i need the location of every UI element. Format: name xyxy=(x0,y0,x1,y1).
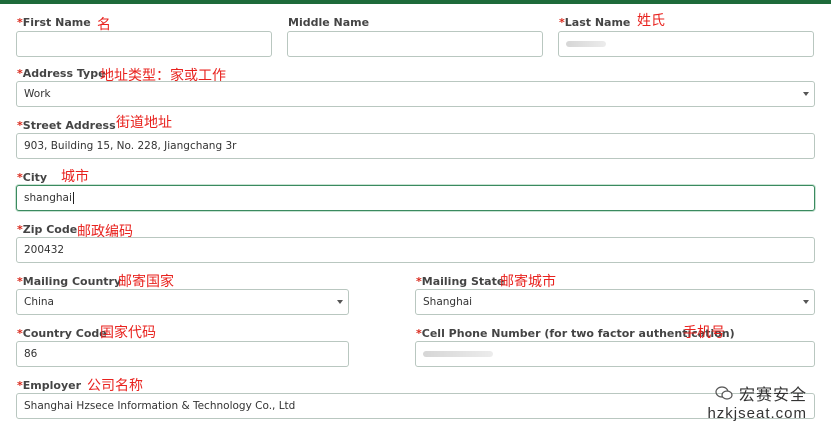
street-address-label: *Street Address xyxy=(17,119,116,132)
last-name-input[interactable] xyxy=(558,31,814,57)
wechat-icon xyxy=(715,386,733,400)
chevron-down-icon xyxy=(803,92,809,96)
city-label: *City xyxy=(17,171,48,184)
employer-annotation: 公司名称 xyxy=(87,378,143,394)
redacted-value xyxy=(566,41,606,47)
middle-name-input[interactable] xyxy=(287,31,543,57)
employer-label: *Employer xyxy=(17,379,81,392)
cell-phone-annotation: 手机号 xyxy=(683,325,725,341)
chevron-down-icon xyxy=(337,300,343,304)
mailing-country-label: *Mailing Country xyxy=(17,275,122,288)
address-type-label: *Address Type xyxy=(17,67,106,80)
mailing-state-annotation: 邮寄城市 xyxy=(500,274,556,290)
watermark-brand: 宏赛安全 xyxy=(738,387,807,404)
watermark-site: hzkjseat.com xyxy=(707,405,807,422)
employer-input[interactable]: Shanghai Hzsece Information & Technology… xyxy=(16,393,815,419)
mailing-state-select[interactable]: Shanghai xyxy=(415,289,815,315)
city-annotation: 城市 xyxy=(61,169,89,185)
watermark: 宏赛安全 hzkjseat.com xyxy=(707,381,807,422)
street-address-input[interactable]: 903, Building 15, No. 228, Jiangchang 3r xyxy=(16,133,815,159)
first-name-label: *First Name xyxy=(17,16,91,29)
text-cursor xyxy=(72,192,74,204)
last-name-annotation: 姓氏 xyxy=(637,13,665,29)
first-name-input[interactable] xyxy=(16,31,272,57)
country-code-input[interactable]: 86 xyxy=(16,341,349,367)
redacted-value xyxy=(423,351,493,357)
street-address-annotation: 街道地址 xyxy=(116,115,172,131)
country-code-annotation: 国家代码 xyxy=(100,325,156,341)
mailing-state-label: *Mailing State xyxy=(416,275,505,288)
address-type-select[interactable]: Work xyxy=(16,81,815,107)
mailing-country-annotation: 邮寄国家 xyxy=(118,274,174,290)
cell-phone-input[interactable] xyxy=(415,341,815,367)
country-code-label: *Country Code xyxy=(17,327,107,340)
top-bar xyxy=(0,0,831,4)
zip-code-label: *Zip Code xyxy=(17,223,78,236)
last-name-label: *Last Name xyxy=(559,16,631,29)
zip-code-input[interactable]: 200432 xyxy=(16,237,815,263)
mailing-country-select[interactable]: China xyxy=(16,289,349,315)
middle-name-label: Middle Name xyxy=(288,16,370,29)
city-input[interactable]: shanghai xyxy=(16,185,815,211)
chevron-down-icon xyxy=(803,300,809,304)
